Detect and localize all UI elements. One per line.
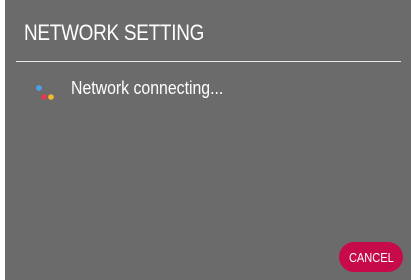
cancel-button-label: CANCEL [348,249,394,265]
spinner-dot-blue [36,85,42,91]
dialog-title: NETWORK SETTING [24,20,205,45]
spinner-dot-red [41,94,47,100]
network-setting-dialog: NETWORK SETTING Network connecting... CA… [5,0,411,280]
spinner-dot-yellow [48,94,54,100]
connection-status-text: Network connecting... [71,78,224,98]
title-divider [16,61,401,62]
loading-dots-icon [36,85,54,100]
cancel-button[interactable]: CANCEL [339,242,403,272]
